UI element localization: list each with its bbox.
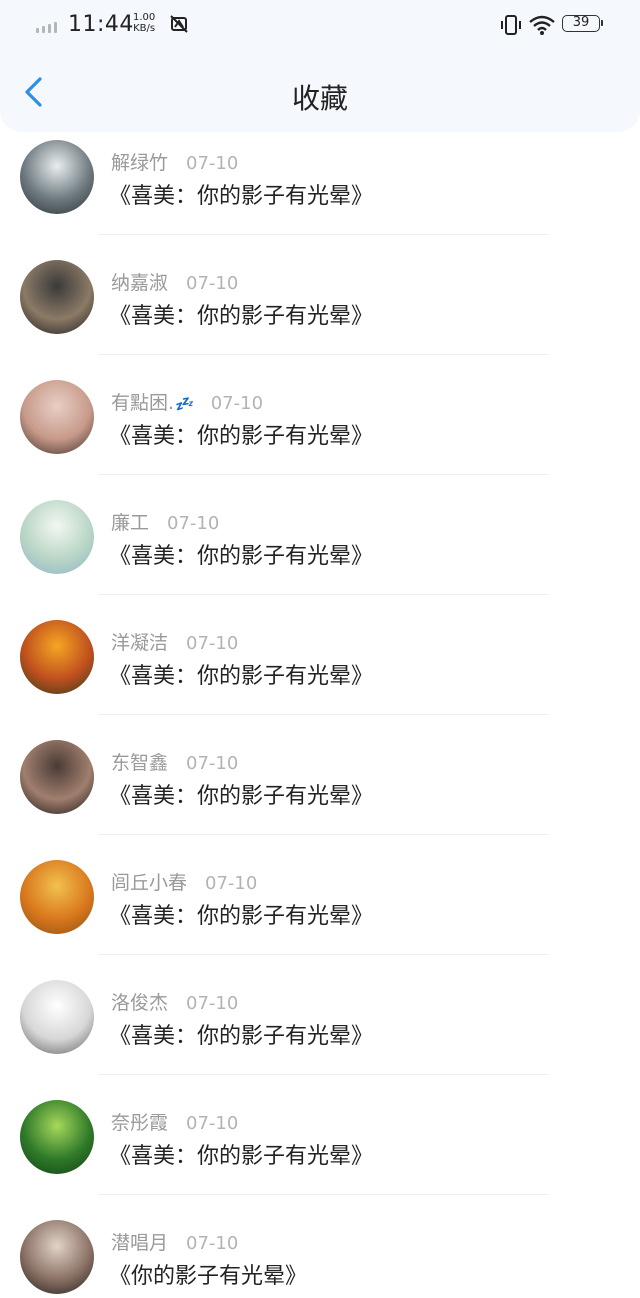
- sleep-badge-icon: 💤: [174, 395, 193, 413]
- row-divider: [98, 954, 548, 955]
- item-date: 07-10: [186, 1113, 239, 1134]
- row-divider: [98, 1194, 548, 1195]
- list-item[interactable]: 潜唱月 07-10 《你的影子有光晕》: [0, 1206, 640, 1298]
- avatar[interactable]: [20, 1100, 94, 1174]
- item-date: 07-10: [186, 993, 239, 1014]
- avatar[interactable]: [20, 500, 94, 574]
- row-divider: [98, 354, 548, 355]
- page-title: 收藏: [291, 82, 348, 115]
- status-bar: 11:44 1.00 KB/s 39: [0, 0, 640, 52]
- header-bar: 收藏: [0, 52, 640, 132]
- item-author: 廉工 07-10: [111, 508, 219, 535]
- item-author: 解绿竹 07-10: [111, 148, 238, 175]
- item-content[interactable]: 《喜美：你的影子有光晕》: [109, 538, 373, 570]
- author-name: 洛俊杰: [111, 992, 169, 1014]
- item-date: 07-10: [186, 1233, 239, 1254]
- item-author: 洋凝洁 07-10: [111, 628, 238, 655]
- avatar[interactable]: [20, 380, 94, 454]
- row-divider: [98, 714, 548, 715]
- network-speed-unit: KB/s: [133, 23, 156, 34]
- list-item[interactable]: 洋凝洁 07-10 《喜美：你的影子有光晕》: [0, 606, 640, 726]
- item-content[interactable]: 《喜美：你的影子有光晕》: [109, 1018, 373, 1050]
- row-divider: [98, 234, 548, 235]
- wifi-icon: [529, 15, 555, 35]
- item-date: 07-10: [186, 153, 239, 174]
- author-name: 纳嘉淑: [111, 272, 169, 294]
- item-content[interactable]: 《喜美：你的影子有光晕》: [109, 178, 373, 210]
- author-name: 闾丘小春: [111, 872, 188, 894]
- battery-indicator: 39: [562, 15, 603, 32]
- item-date: 07-10: [205, 873, 258, 894]
- item-content[interactable]: 《喜美：你的影子有光晕》: [109, 898, 373, 930]
- author-name: 有點困.: [111, 392, 175, 414]
- list-item[interactable]: 有點困.💤 07-10 《喜美：你的影子有光晕》: [0, 366, 640, 486]
- network-speed: 1.00 KB/s: [133, 12, 155, 34]
- item-author: 东智鑫 07-10: [111, 748, 238, 775]
- screenshot-sync-icon: [170, 15, 188, 33]
- row-divider: [98, 594, 548, 595]
- item-content[interactable]: 《你的影子有光晕》: [109, 1258, 307, 1290]
- avatar[interactable]: [20, 980, 94, 1054]
- avatar[interactable]: [20, 260, 94, 334]
- item-author: 潜唱月 07-10: [111, 1228, 238, 1255]
- item-author: 奈彤霞 07-10: [111, 1108, 238, 1135]
- avatar[interactable]: [20, 140, 94, 214]
- network-speed-value: 1.00: [133, 12, 156, 23]
- list-item[interactable]: 东智鑫 07-10 《喜美：你的影子有光晕》: [0, 726, 640, 846]
- author-name: 潜唱月: [111, 1232, 169, 1254]
- item-date: 07-10: [186, 633, 239, 654]
- item-content[interactable]: 《喜美：你的影子有光晕》: [109, 298, 373, 330]
- item-author: 洛俊杰 07-10: [111, 988, 238, 1015]
- item-date: 07-10: [186, 753, 239, 774]
- row-divider: [98, 1074, 548, 1075]
- item-content[interactable]: 《喜美：你的影子有光晕》: [109, 1138, 373, 1170]
- item-content[interactable]: 《喜美：你的影子有光晕》: [109, 778, 373, 810]
- author-name: 奈彤霞: [111, 1112, 169, 1134]
- item-date: 07-10: [186, 273, 239, 294]
- avatar[interactable]: [20, 740, 94, 814]
- row-divider: [98, 474, 548, 475]
- avatar[interactable]: [20, 1220, 94, 1294]
- signal-icon: [36, 22, 57, 33]
- list-item[interactable]: 洛俊杰 07-10 《喜美：你的影子有光晕》: [0, 966, 640, 1086]
- author-name: 洋凝洁: [111, 632, 169, 654]
- item-author: 有點困.💤 07-10: [111, 388, 263, 415]
- item-date: 07-10: [210, 393, 264, 414]
- item-author: 闾丘小春 07-10: [111, 868, 257, 895]
- author-name: 廉工: [111, 512, 150, 534]
- item-content[interactable]: 《喜美：你的影子有光晕》: [109, 658, 373, 690]
- avatar[interactable]: [20, 860, 94, 934]
- status-time: 11:44: [68, 12, 134, 37]
- item-date: 07-10: [167, 513, 220, 534]
- author-name: 解绿竹: [111, 152, 169, 174]
- list-item[interactable]: 闾丘小春 07-10 《喜美：你的影子有光晕》: [0, 846, 640, 966]
- author-name: 东智鑫: [111, 752, 169, 774]
- avatar[interactable]: [20, 620, 94, 694]
- list-item[interactable]: 奈彤霞 07-10 《喜美：你的影子有光晕》: [0, 1086, 640, 1206]
- item-content[interactable]: 《喜美：你的影子有光晕》: [109, 418, 373, 450]
- item-author: 纳嘉淑 07-10: [111, 268, 238, 295]
- vibrate-icon: [501, 15, 521, 35]
- favorites-screen: 解绿竹 07-10 《喜美：你的影子有光晕》 纳嘉淑 07-10 《喜美：你的影子有光晕》…: [0, 0, 640, 1298]
- list-item[interactable]: 廉工 07-10 《喜美：你的影子有光晕》: [0, 486, 640, 606]
- row-divider: [98, 834, 548, 835]
- list-item[interactable]: 纳嘉淑 07-10 《喜美：你的影子有光晕》: [0, 246, 640, 366]
- list-item[interactable]: 解绿竹 07-10 《喜美：你的影子有光晕》: [0, 126, 640, 246]
